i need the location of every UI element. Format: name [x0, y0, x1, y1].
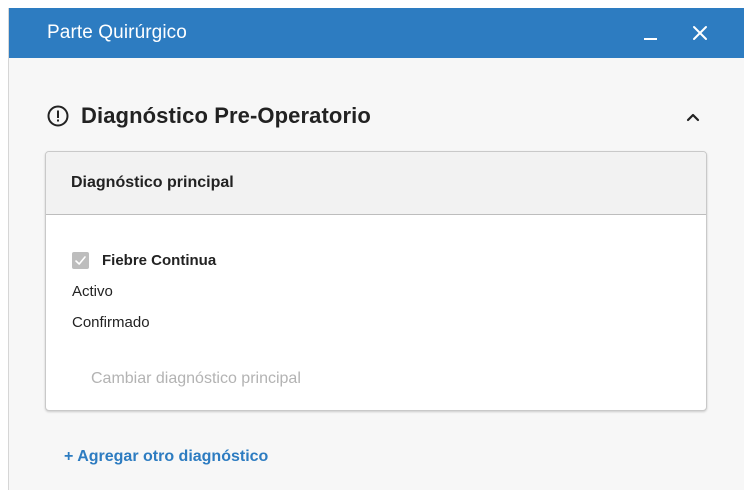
- alert-circle-icon: [47, 105, 69, 127]
- close-icon: [693, 26, 707, 40]
- add-diagnosis-button[interactable]: + Agregar otro diagnóstico: [64, 448, 268, 466]
- section-header[interactable]: Diagnóstico Pre-Operatorio: [47, 100, 704, 132]
- window-titlebar: Parte Quirúrgico: [9, 8, 744, 58]
- main-diagnosis-card: Diagnóstico principal Fiebre Continua Ac…: [45, 151, 707, 411]
- checkmark-icon: [75, 256, 86, 265]
- change-main-diagnosis-button[interactable]: Cambiar diagnóstico principal: [91, 370, 301, 388]
- section-title: Diagnóstico Pre-Operatorio: [81, 103, 371, 128]
- minimize-icon: [644, 38, 657, 40]
- surgical-report-window: Parte Quirúrgico Diagnóstico Pre-Operato…: [8, 8, 744, 490]
- diagnosis-checkbox[interactable]: [72, 252, 89, 269]
- diagnosis-verification: Confirmado: [72, 314, 150, 331]
- card-header: Diagnóstico principal: [46, 152, 706, 215]
- minimize-button[interactable]: [633, 8, 669, 58]
- diagnosis-name: Fiebre Continua: [102, 252, 217, 269]
- close-button[interactable]: [682, 8, 718, 58]
- diagnosis-item: Fiebre Continua: [72, 252, 216, 269]
- diagnosis-status: Activo: [72, 283, 113, 300]
- window-title: Parte Quirúrgico: [47, 22, 187, 43]
- chevron-up-icon[interactable]: [682, 106, 704, 128]
